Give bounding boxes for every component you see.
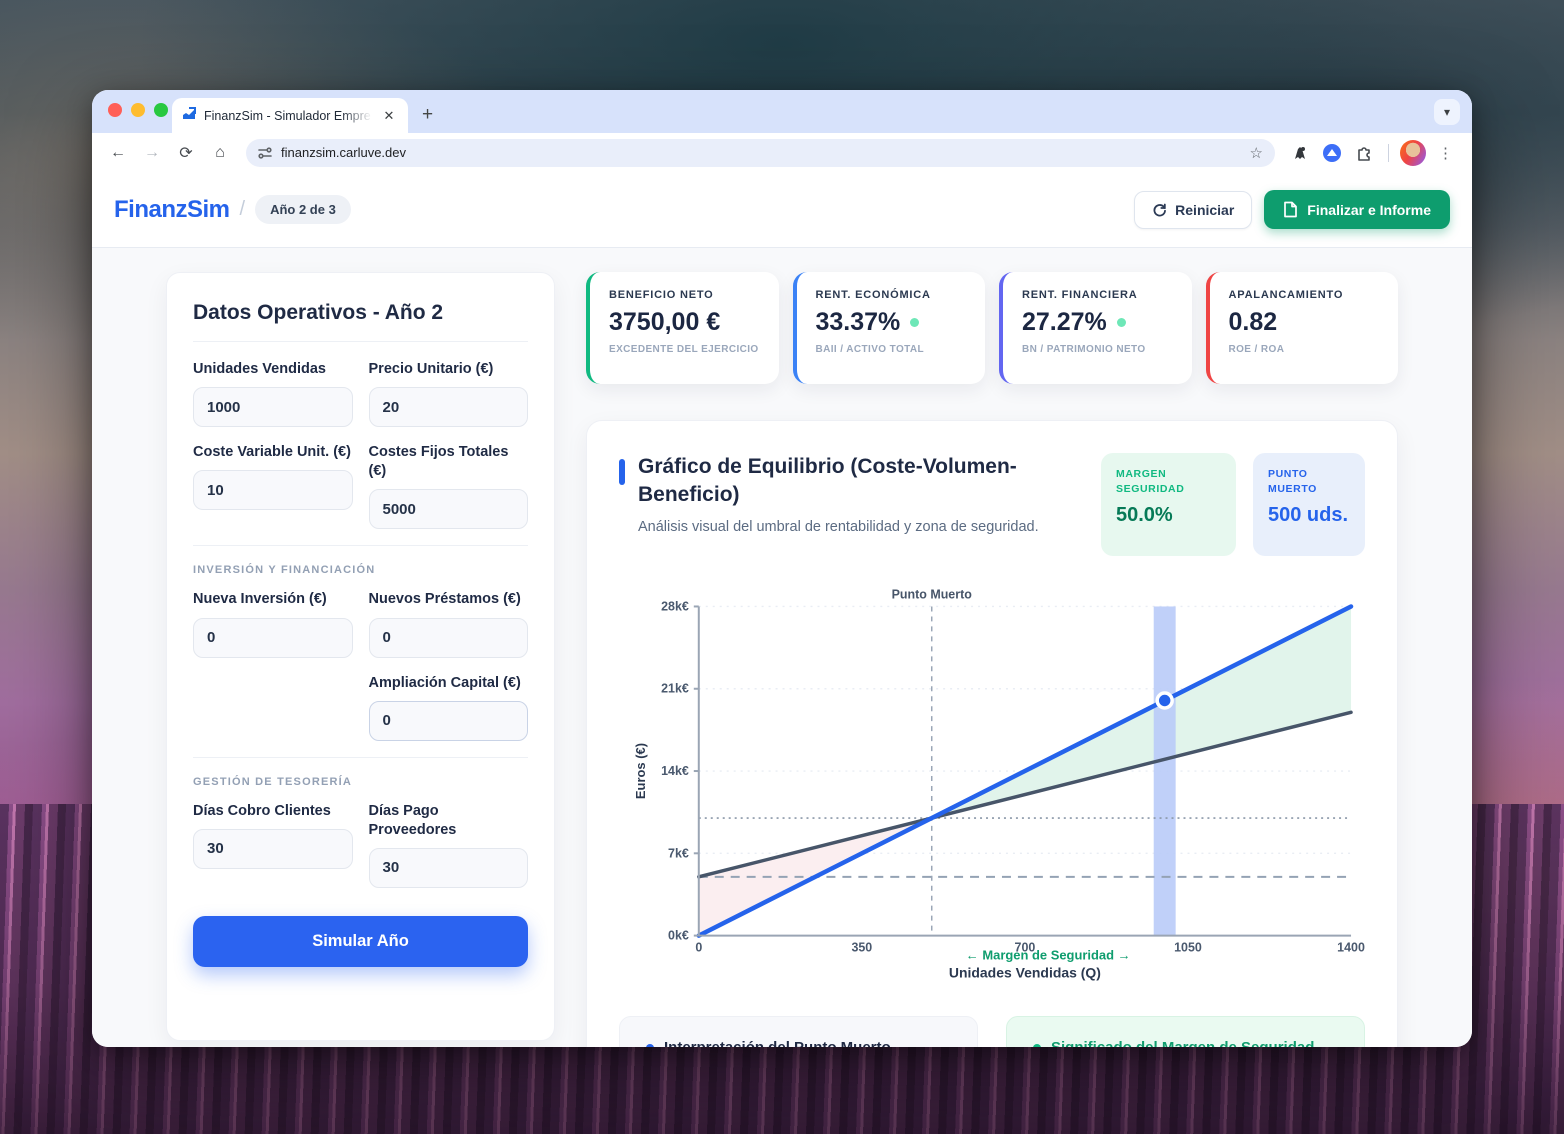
section-header-tesoreria: GESTIÓN DE TESORERÍA [193, 776, 528, 788]
close-window-button[interactable] [108, 103, 122, 117]
finish-report-button[interactable]: Finalizar e Informe [1264, 190, 1450, 229]
site-settings-icon[interactable] [258, 146, 272, 160]
field-label: Nuevos Préstamos (€) [369, 590, 529, 609]
svg-text:350: 350 [851, 941, 872, 955]
tab-search-chevron-icon[interactable]: ▾ [1434, 99, 1460, 125]
profile-avatar[interactable] [1400, 140, 1426, 166]
reset-button[interactable]: Reiniciar [1134, 191, 1252, 229]
note-margen-seguridad: Significado del Margen de Seguridad [1006, 1016, 1365, 1047]
forward-icon[interactable]: → [138, 139, 166, 167]
svg-text:Unidades Vendidas (Q): Unidades Vendidas (Q) [949, 964, 1101, 980]
svg-text:7k€: 7k€ [668, 846, 689, 860]
extensions-puzzle-icon[interactable] [1351, 140, 1377, 166]
ampliacion-capital-input[interactable]: 0 [369, 701, 529, 741]
note-punto-muerto: Interpretación del Punto Muerto [619, 1016, 978, 1047]
kpi-rent-economica: RENT. ECONÓMICA 33.37% BAII / ACTIVO TOT… [793, 272, 986, 384]
field-label: Coste Variable Unit. (€) [193, 443, 353, 462]
coste-variable-input[interactable]: 10 [193, 470, 353, 510]
nueva-inversion-input[interactable]: 0 [193, 618, 353, 658]
breakeven-chart-card: Gráfico de Equilibrio (Coste-Volumen-Ben… [586, 420, 1398, 1047]
toolbar-divider [1388, 144, 1389, 162]
address-bar[interactable]: finanzsim.carluve.dev ☆ [246, 139, 1275, 167]
field-label: Precio Unitario (€) [369, 360, 529, 379]
extension-icon-1[interactable] [1287, 140, 1313, 166]
browser-menu-icon[interactable]: ⋮ [1432, 139, 1460, 167]
minimize-window-button[interactable] [131, 103, 145, 117]
svg-text:0: 0 [695, 941, 702, 955]
year-badge: Año 2 de 3 [255, 195, 351, 224]
refresh-icon [1152, 202, 1167, 217]
svg-text:28k€: 28k€ [661, 599, 689, 613]
app-header: FinanzSim / Año 2 de 3 Reiniciar Finaliz… [92, 172, 1472, 248]
bookmark-star-icon[interactable]: ☆ [1250, 144, 1263, 162]
status-dot [910, 318, 919, 327]
browser-toolbar: ← → ⟳ ⌂ finanzsim.carluve.dev ☆ [92, 133, 1472, 172]
svg-text:1400: 1400 [1337, 941, 1365, 955]
back-icon[interactable]: ← [104, 139, 132, 167]
svg-text:14k€: 14k€ [661, 764, 689, 778]
document-icon [1283, 201, 1298, 218]
tab-close-icon[interactable]: ✕ [380, 107, 398, 125]
dias-cobro-input[interactable]: 30 [193, 829, 353, 869]
new-tab-button[interactable]: + [422, 104, 433, 126]
operational-data-panel: Datos Operativos - Año 2 Unidades Vendid… [166, 272, 555, 1041]
form-title: Datos Operativos - Año 2 [193, 301, 528, 325]
green-dot-icon [1033, 1044, 1041, 1048]
svg-text:← Margen de Seguridad →: ← Margen de Seguridad → [966, 948, 1131, 963]
status-dot [1117, 318, 1126, 327]
breakeven-chart[interactable]: Punto Muerto0k€7k€14k€21k€28k€0350700105… [619, 582, 1365, 982]
field-label: Unidades Vendidas [193, 360, 353, 379]
maximize-window-button[interactable] [154, 103, 168, 117]
svg-text:0k€: 0k€ [668, 929, 689, 943]
field-label: Días Pago Proveedores [369, 802, 529, 840]
browser-window: FinanzSim - Simulador Empre ✕ + ▾ ← → ⟳ … [92, 90, 1472, 1047]
costes-fijos-input[interactable]: 5000 [369, 489, 529, 529]
svg-text:Punto Muerto: Punto Muerto [892, 587, 973, 601]
window-controls [108, 103, 168, 117]
dias-pago-input[interactable]: 30 [369, 848, 529, 888]
section-header-inversion: INVERSIÓN Y FINANCIACIÓN [193, 564, 528, 576]
url-text[interactable]: finanzsim.carluve.dev [281, 145, 1241, 160]
kpi-apalancamiento: APALANCAMIENTO 0.82 ROE / ROA [1206, 272, 1399, 384]
margin-safety-chip: MARGEN SEGURIDAD 50.0% [1101, 453, 1236, 556]
chart-subtitle: Análisis visual del umbral de rentabilid… [638, 519, 1068, 535]
nuevos-prestamos-input[interactable]: 0 [369, 618, 529, 658]
title-accent-bar [619, 459, 625, 485]
browser-tab[interactable]: FinanzSim - Simulador Empre ✕ [172, 98, 408, 133]
simulate-year-button[interactable]: Simular Año [193, 916, 528, 967]
breakeven-chart-svg: Punto Muerto0k€7k€14k€21k€28k€0350700105… [619, 582, 1365, 982]
app-logo[interactable]: FinanzSim [114, 196, 230, 224]
tab-strip: FinanzSim - Simulador Empre ✕ + ▾ [92, 90, 1472, 133]
field-label: Costes Fijos Totales (€) [369, 443, 529, 481]
unidades-vendidas-input[interactable]: 1000 [193, 387, 353, 427]
kpi-rent-financiera: RENT. FINANCIERA 27.27% BN / PATRIMONIO … [999, 272, 1192, 384]
field-label: Nueva Inversión (€) [193, 590, 353, 609]
svg-text:Euros (€): Euros (€) [633, 743, 648, 799]
field-label: Ampliación Capital (€) [369, 674, 529, 693]
home-icon[interactable]: ⌂ [206, 139, 234, 167]
extension-icon-2[interactable] [1319, 140, 1345, 166]
kpi-beneficio-neto: BENEFICIO NETO 3750,00 € EXCEDENTE DEL E… [586, 272, 779, 384]
svg-text:21k€: 21k€ [661, 682, 689, 696]
kpi-row: BENEFICIO NETO 3750,00 € EXCEDENTE DEL E… [586, 272, 1398, 384]
breadcrumb-separator: / [240, 198, 246, 221]
svg-text:1050: 1050 [1174, 941, 1202, 955]
precio-unitario-input[interactable]: 20 [369, 387, 529, 427]
page: FinanzSim / Año 2 de 3 Reiniciar Finaliz… [92, 172, 1472, 1047]
breakeven-chip: PUNTO MUERTO 500 uds. [1253, 453, 1365, 556]
chart-title: Gráfico de Equilibrio (Coste-Volumen-Ben… [638, 453, 1068, 510]
tab-title: FinanzSim - Simulador Empre [204, 109, 372, 123]
favicon [182, 106, 196, 125]
field-label: Días Cobro Clientes [193, 802, 353, 821]
reload-icon[interactable]: ⟳ [172, 139, 200, 167]
blue-dot-icon [646, 1044, 654, 1048]
